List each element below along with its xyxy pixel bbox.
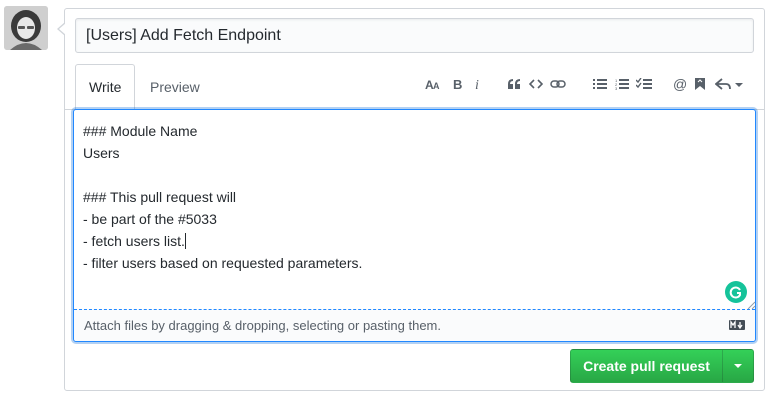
attach-files-text: Attach files by dragging & dropping, sel… (84, 318, 441, 333)
svg-text:3: 3 (615, 86, 618, 90)
body-line: ### This pull request will (83, 189, 237, 205)
body-line-with-caret: - fetch users list. (83, 230, 746, 252)
mention-icon[interactable]: @ (670, 74, 690, 94)
pr-body-editor[interactable]: ### Module Name Users ### This pull reques… (73, 109, 756, 342)
user-avatar-icon (4, 6, 48, 50)
body-line: - be part of the #5033 (83, 211, 217, 227)
grammarly-icon[interactable] (725, 281, 747, 303)
body-line: ### Module Name (83, 123, 198, 139)
tab-preview[interactable]: Preview (137, 64, 213, 110)
attach-files-bar[interactable]: Attach files by dragging & dropping, sel… (74, 309, 755, 341)
create-pull-request-button[interactable]: Create pull request (570, 349, 723, 383)
body-line (83, 164, 746, 186)
code-icon[interactable] (526, 74, 546, 94)
tasklist-icon[interactable] (634, 74, 654, 94)
body-line: - fetch users list. (83, 233, 185, 249)
link-icon[interactable] (548, 74, 568, 94)
pr-title-input[interactable]: [Users] Add Fetch Endpoint (75, 18, 754, 53)
svg-text:A: A (433, 81, 440, 91)
submit-button-group: Create pull request (570, 349, 754, 383)
pull-request-form: [Users] Add Fetch Endpoint Write Preview… (57, 8, 765, 391)
svg-text:@: @ (673, 77, 687, 91)
avatar[interactable] (4, 6, 48, 50)
bold-icon[interactable]: B (448, 74, 468, 94)
italic-icon[interactable]: i (468, 74, 488, 94)
body-line: Users (83, 145, 120, 161)
quote-icon[interactable] (504, 74, 524, 94)
unordered-list-icon[interactable] (590, 74, 610, 94)
body-line: - filter users based on requested parame… (83, 255, 363, 271)
markdown-icon[interactable] (729, 320, 745, 330)
svg-text:B: B (453, 77, 462, 91)
svg-text:i: i (475, 78, 479, 91)
ordered-list-icon[interactable]: 123 (612, 74, 632, 94)
create-options-dropdown[interactable] (722, 349, 754, 383)
saved-replies-icon[interactable] (690, 74, 710, 94)
reply-icon[interactable] (714, 74, 744, 94)
chevron-down-icon (734, 364, 742, 368)
text-size-icon[interactable]: AA (424, 74, 444, 94)
markdown-toolbar: AA B i 123 @ (424, 64, 754, 104)
text-caret (184, 233, 186, 249)
tab-write[interactable]: Write (75, 64, 136, 111)
pr-body-textarea[interactable]: ### Module Name Users ### This pull reques… (74, 110, 755, 310)
editor-tabs: Write Preview AA B i 1 2 3 @ (65, 64, 764, 111)
